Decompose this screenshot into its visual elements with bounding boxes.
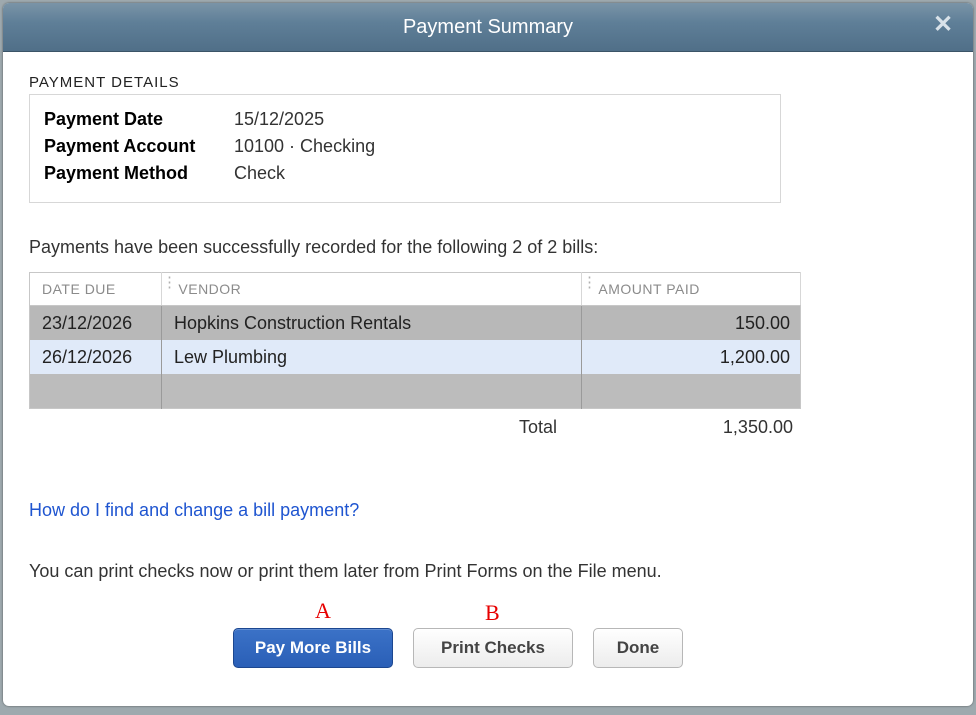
payment-summary-window: Payment Summary ✕ PAYMENT DETAILS Paymen…: [3, 3, 973, 706]
col-date-due: DATE DUE: [30, 273, 162, 306]
total-value: 1,350.00: [723, 417, 801, 438]
col-vendor: ⋮ VENDOR: [162, 273, 582, 306]
col-date-due-text: DATE DUE: [42, 281, 116, 297]
payment-details-box: Payment Date 15/12/2025 Payment Account …: [29, 94, 781, 203]
cell-empty: [582, 374, 801, 409]
annotation-b: B: [485, 600, 500, 626]
cell-empty: [162, 374, 582, 409]
cell-date-due: 23/12/2026: [30, 306, 162, 341]
table-row[interactable]: 26/12/2026 Lew Plumbing 1,200.00: [30, 340, 801, 374]
window-title: Payment Summary: [403, 16, 573, 39]
payments-table: DATE DUE ⋮ VENDOR ⋮ AMOUNT PAID 23/12/20…: [29, 272, 801, 409]
annotations: A B: [29, 582, 947, 612]
pay-more-bills-button[interactable]: Pay More Bills: [233, 628, 393, 668]
done-button[interactable]: Done: [593, 628, 683, 668]
cell-date-due: 26/12/2026: [30, 340, 162, 374]
vdots-icon: ⋮: [582, 279, 598, 287]
payment-details-label: PAYMENT DETAILS: [29, 74, 947, 91]
table-row-empty: [30, 374, 801, 409]
cell-amount-paid: 150.00: [582, 306, 801, 341]
cell-vendor: Hopkins Construction Rentals: [162, 306, 582, 341]
vdots-icon: ⋮: [162, 279, 178, 287]
cell-amount-paid: 1,200.00: [582, 340, 801, 374]
close-icon[interactable]: ✕: [929, 11, 957, 39]
col-amount-paid: ⋮ AMOUNT PAID: [582, 273, 801, 306]
col-amount-paid-text: AMOUNT PAID: [598, 281, 699, 297]
table-header-row: DATE DUE ⋮ VENDOR ⋮ AMOUNT PAID: [30, 273, 801, 306]
total-label: Total: [519, 417, 557, 438]
payment-method-value: Check: [234, 163, 285, 184]
print-hint: You can print checks now or print them l…: [29, 561, 947, 582]
payment-account-label: Payment Account: [44, 136, 234, 157]
cell-empty: [30, 374, 162, 409]
table-row[interactable]: 23/12/2026 Hopkins Construction Rentals …: [30, 306, 801, 341]
payment-date-value: 15/12/2025: [234, 109, 324, 130]
window-body: PAYMENT DETAILS Payment Date 15/12/2025 …: [3, 52, 973, 684]
payment-account-row: Payment Account 10100 · Checking: [44, 136, 766, 157]
payment-date-label: Payment Date: [44, 109, 234, 130]
payment-method-label: Payment Method: [44, 163, 234, 184]
col-vendor-text: VENDOR: [178, 281, 241, 297]
payment-account-value: 10100 · Checking: [234, 136, 375, 157]
titlebar: Payment Summary ✕: [3, 3, 973, 52]
payment-method-row: Payment Method Check: [44, 163, 766, 184]
print-checks-button[interactable]: Print Checks: [413, 628, 573, 668]
help-link[interactable]: How do I find and change a bill payment?: [29, 500, 359, 521]
annotation-a: A: [315, 598, 331, 624]
cell-vendor: Lew Plumbing: [162, 340, 582, 374]
button-row: Pay More Bills Print Checks Done: [29, 628, 947, 668]
success-message: Payments have been successfully recorded…: [29, 237, 947, 258]
total-row: Total 1,350.00: [29, 417, 801, 438]
payment-date-row: Payment Date 15/12/2025: [44, 109, 766, 130]
